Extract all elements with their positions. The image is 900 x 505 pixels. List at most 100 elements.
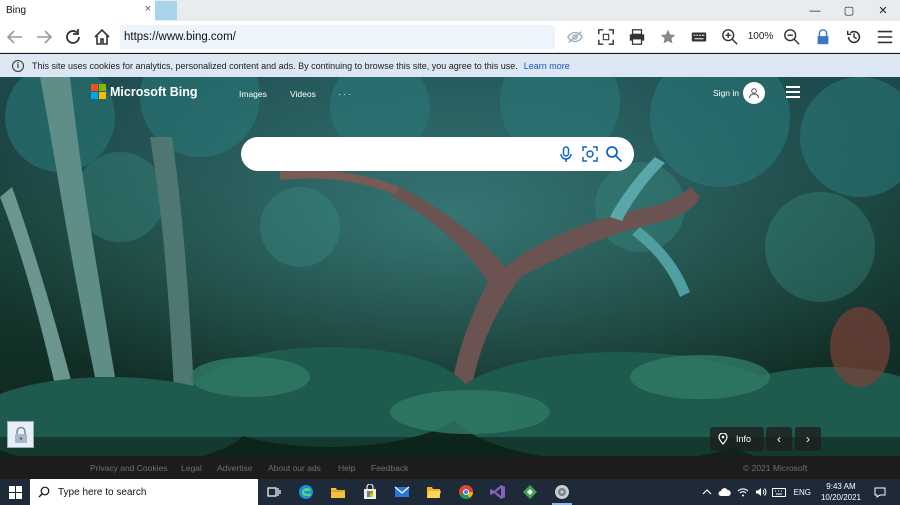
minimize-button[interactable]: — bbox=[798, 0, 832, 21]
taskbar-active-app[interactable] bbox=[546, 479, 578, 505]
image-info-button[interactable]: Info bbox=[710, 427, 764, 451]
nav-videos[interactable]: Videos bbox=[290, 89, 316, 99]
notification-icon[interactable] bbox=[872, 487, 888, 498]
visual-search-icon[interactable] bbox=[581, 145, 599, 163]
clock-time: 9:43 AM bbox=[826, 482, 856, 491]
task-view-button[interactable] bbox=[258, 479, 290, 505]
info-icon: i bbox=[12, 59, 24, 72]
chrome-icon bbox=[459, 485, 473, 499]
footer-advertise-link[interactable]: Advertise bbox=[217, 463, 252, 473]
info-label: Info bbox=[736, 434, 752, 444]
footer-copyright: © 2021 Microsoft bbox=[743, 463, 808, 473]
search-icon[interactable] bbox=[605, 145, 623, 163]
folder-icon bbox=[331, 488, 345, 498]
wifi-icon[interactable] bbox=[735, 487, 751, 497]
bing-menu-icon[interactable] bbox=[786, 86, 800, 98]
maximize-button[interactable]: ▢ bbox=[832, 0, 866, 21]
footer-help-link[interactable]: Help bbox=[338, 463, 355, 473]
bing-header: Microsoft Bing Images Videos · · · Sign … bbox=[0, 77, 900, 111]
close-window-button[interactable]: ✕ bbox=[866, 0, 900, 21]
footer-about-ads-link[interactable]: About our ads bbox=[268, 463, 321, 473]
learn-more-link[interactable]: Learn more bbox=[524, 61, 570, 71]
forward-button[interactable] bbox=[29, 22, 58, 52]
footer-legal-link[interactable]: Legal bbox=[181, 463, 202, 473]
nav-more[interactable]: · · · bbox=[338, 89, 351, 99]
favorite-button[interactable] bbox=[652, 22, 683, 52]
store-icon bbox=[364, 484, 376, 499]
home-icon bbox=[93, 28, 110, 45]
footer-privacy-link[interactable]: Privacy and Cookies bbox=[90, 463, 167, 473]
eye-slash-icon bbox=[566, 30, 583, 43]
zoom-level[interactable]: 100% bbox=[745, 22, 776, 52]
keyboard-tray-icon[interactable] bbox=[771, 487, 787, 497]
history-button[interactable] bbox=[838, 22, 869, 52]
volume-icon[interactable] bbox=[753, 487, 769, 497]
bing-footer: Privacy and Cookies Legal Advertise Abou… bbox=[0, 456, 900, 479]
menu-button[interactable] bbox=[869, 22, 900, 52]
arrow-right-icon bbox=[36, 29, 52, 44]
cookie-message: This site uses cookies for analytics, pe… bbox=[32, 60, 518, 71]
task-view-icon bbox=[267, 487, 281, 497]
bing-logo[interactable]: Microsoft Bing bbox=[91, 84, 198, 99]
keyboard-button[interactable] bbox=[683, 22, 714, 52]
cloud-icon[interactable] bbox=[717, 487, 733, 497]
back-button[interactable] bbox=[0, 22, 29, 52]
taskbar-search[interactable]: Type here to search bbox=[30, 479, 258, 505]
refresh-button[interactable] bbox=[58, 22, 87, 52]
zoom-out-button[interactable] bbox=[776, 22, 807, 52]
home-button[interactable] bbox=[87, 22, 116, 52]
navigation-toolbar: https://www.bing.com/ 100% bbox=[0, 21, 900, 53]
open-folder-icon bbox=[427, 487, 441, 498]
zoom-in-icon bbox=[721, 28, 738, 45]
microsoft-logo-icon bbox=[91, 84, 106, 99]
fullscreen-button[interactable] bbox=[590, 22, 621, 52]
search-icon bbox=[38, 486, 50, 498]
tab-close-icon[interactable]: × bbox=[145, 3, 151, 15]
sign-in-link[interactable]: Sign in bbox=[713, 88, 739, 98]
location-pin-icon bbox=[718, 433, 728, 445]
lock-icon bbox=[817, 28, 828, 44]
taskbar-visual-studio[interactable] bbox=[482, 479, 514, 505]
keyboard-icon bbox=[691, 32, 706, 41]
clock[interactable]: 9:43 AM 10/20/2021 bbox=[821, 481, 861, 503]
language-indicator[interactable]: ENG bbox=[794, 488, 811, 497]
search-box bbox=[241, 137, 634, 171]
menu-icon bbox=[877, 30, 892, 43]
clock-date: 10/20/2021 bbox=[820, 493, 861, 502]
microphone-icon[interactable] bbox=[557, 145, 575, 163]
fullscreen-icon bbox=[597, 28, 614, 45]
taskbar-folder-app[interactable] bbox=[418, 479, 450, 505]
previous-image-button[interactable]: ‹ bbox=[766, 427, 792, 451]
chevron-up-icon[interactable] bbox=[699, 489, 715, 495]
new-tab-button[interactable] bbox=[155, 1, 177, 20]
web-content: Microsoft Bing Images Videos · · · Sign … bbox=[0, 77, 900, 479]
next-image-button[interactable]: › bbox=[795, 427, 821, 451]
lock-widget[interactable] bbox=[7, 421, 34, 448]
edge-icon bbox=[299, 485, 313, 499]
security-button[interactable] bbox=[807, 22, 838, 52]
footer-feedback-link[interactable]: Feedback bbox=[371, 463, 408, 473]
taskbar-mail[interactable] bbox=[386, 479, 418, 505]
avatar[interactable] bbox=[743, 82, 765, 104]
tab-bing[interactable]: Bing × bbox=[0, 0, 155, 21]
print-button[interactable] bbox=[621, 22, 652, 52]
logo-text: Microsoft Bing bbox=[110, 84, 198, 99]
address-bar[interactable]: https://www.bing.com/ bbox=[120, 24, 556, 49]
nav-images[interactable]: Images bbox=[239, 89, 267, 99]
windows-taskbar: Type here to search ENG 9:43 AM 10/20/20… bbox=[0, 479, 900, 505]
system-tray: ENG 9:43 AM 10/20/2021 bbox=[698, 481, 900, 503]
search-input[interactable] bbox=[257, 144, 547, 164]
refresh-icon bbox=[65, 28, 80, 44]
user-icon bbox=[749, 88, 759, 99]
taskbar-edge[interactable] bbox=[290, 479, 322, 505]
zoom-in-button[interactable] bbox=[714, 22, 745, 52]
start-button[interactable] bbox=[0, 479, 30, 505]
taskbar-store[interactable] bbox=[354, 479, 386, 505]
tab-title: Bing bbox=[6, 5, 27, 16]
taskbar-chrome[interactable] bbox=[450, 479, 482, 505]
taskbar-file-explorer[interactable] bbox=[322, 479, 354, 505]
taskbar-green-app[interactable] bbox=[514, 479, 546, 505]
taskbar-search-placeholder: Type here to search bbox=[58, 486, 147, 498]
windows-logo-icon bbox=[8, 485, 22, 499]
tracking-toggle[interactable] bbox=[559, 22, 590, 52]
